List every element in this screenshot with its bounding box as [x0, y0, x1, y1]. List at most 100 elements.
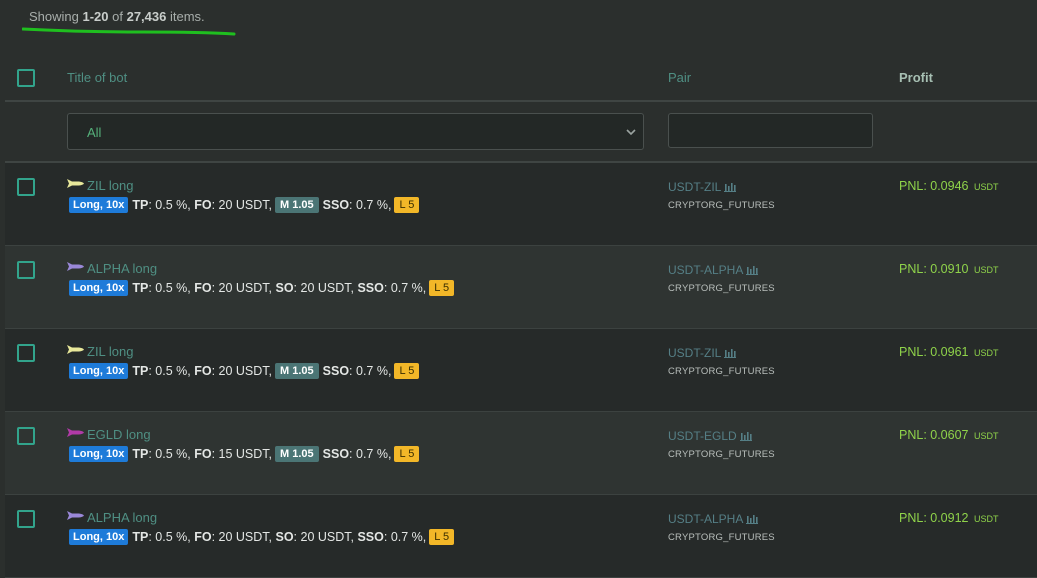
pair-link[interactable]: USDT-ZIL	[668, 346, 737, 360]
pnl-text: PNL: 0.0946	[899, 179, 969, 193]
bot-params: Long, 10x TP: 0.5 %, FO: 15 USDT, M 1.05 SS…	[69, 446, 420, 462]
fo-label: FO	[194, 364, 212, 378]
bot-title-link[interactable]: ALPHA long	[87, 261, 157, 276]
tp-label: TP	[132, 364, 149, 378]
pair-filter-input[interactable]	[668, 113, 873, 148]
bar-chart-icon[interactable]	[724, 182, 737, 192]
sso-value: : 0.7 %,	[349, 198, 392, 212]
fo-value: : 20 USDT,	[211, 530, 272, 544]
pnl-unit: USDT	[973, 265, 999, 275]
multiplier-badge: M 1.05	[275, 197, 319, 213]
tp-label: TP	[132, 447, 149, 461]
summary-range: 1-20	[82, 9, 109, 24]
rocket-icon	[67, 179, 84, 188]
sso-label: SSO	[322, 364, 350, 378]
sso-value: : 0.7 %,	[383, 530, 427, 544]
pair-text: USDT-EGLD	[668, 429, 737, 443]
tp-label: TP	[132, 198, 149, 212]
exchange-name: CRYPTORG_FUTURES	[668, 200, 775, 211]
leverage-badge: L 5	[429, 529, 455, 545]
annotation-underline	[22, 27, 236, 36]
pair-text: USDT-ALPHA	[668, 263, 744, 277]
table-header: Title of bot Pair Profit	[5, 54, 1037, 102]
title-filter-select[interactable]: All	[67, 113, 644, 150]
leverage-badge: L 5	[394, 197, 420, 213]
tp-value: : 0.5 %,	[148, 447, 191, 461]
exchange-name: CRYPTORG_FUTURES	[668, 449, 775, 460]
fo-label: FO	[194, 281, 212, 295]
table-row: ZIL long Long, 10x TP: 0.5 %, FO: 20 USDT,…	[5, 329, 1037, 412]
bar-chart-icon[interactable]	[739, 431, 752, 441]
sso-label: SSO	[357, 530, 384, 544]
pnl-value: PNL: 0.0607 USDT	[899, 428, 998, 442]
pnl-text: PNL: 0.0910	[899, 262, 969, 276]
rocket-icon	[67, 511, 84, 520]
bar-chart-icon[interactable]	[746, 265, 759, 275]
pnl-unit: USDT	[973, 348, 999, 358]
pnl-value: PNL: 0.0961 USDT	[899, 345, 998, 359]
summary-total: 27,436	[126, 9, 167, 24]
tp-label: TP	[132, 281, 149, 295]
exchange-name: CRYPTORG_FUTURES	[668, 283, 775, 294]
bot-title-link[interactable]: ALPHA long	[87, 510, 157, 525]
fo-label: FO	[194, 447, 212, 461]
rocket-icon	[67, 345, 84, 354]
tp-label: TP	[132, 530, 149, 544]
pair-link[interactable]: USDT-ZIL	[668, 180, 737, 194]
bot-title-link[interactable]: ZIL long	[87, 178, 134, 193]
pair-link[interactable]: USDT-ALPHA	[668, 512, 759, 526]
direction-badge: Long, 10x	[69, 280, 129, 296]
pair-text: USDT-ZIL	[668, 180, 722, 194]
tp-value: : 0.5 %,	[148, 530, 191, 544]
sso-label: SSO	[357, 281, 384, 295]
bar-chart-icon[interactable]	[746, 514, 759, 524]
pnl-value: PNL: 0.0946 USDT	[899, 179, 998, 193]
column-header-title[interactable]: Title of bot	[67, 70, 127, 85]
table-row: ALPHA long Long, 10x TP: 0.5 %, FO: 20 USD…	[5, 495, 1037, 578]
summary-suffix: items.	[166, 9, 205, 24]
exchange-name: CRYPTORG_FUTURES	[668, 366, 775, 377]
summary-of: of	[108, 9, 127, 24]
bot-title-link[interactable]: EGLD long	[87, 427, 151, 442]
select-all-checkbox[interactable]	[17, 69, 35, 87]
multiplier-badge: M 1.05	[275, 446, 319, 462]
multiplier-badge: M 1.05	[275, 363, 319, 379]
pnl-text: PNL: 0.0961	[899, 345, 969, 359]
column-header-profit[interactable]: Profit	[899, 70, 933, 85]
tp-value: : 0.5 %,	[148, 198, 191, 212]
sso-label: SSO	[322, 447, 350, 461]
summary-prefix: Showing	[29, 9, 83, 24]
filter-row: All	[5, 101, 1037, 163]
so-value: : 20 USDT,	[293, 281, 354, 295]
table-row: ZIL long Long, 10x TP: 0.5 %, FO: 20 USDT,…	[5, 163, 1037, 246]
sso-value: : 0.7 %,	[349, 364, 392, 378]
chevron-down-icon	[626, 129, 636, 136]
pair-text: USDT-ALPHA	[668, 512, 744, 526]
column-header-pair[interactable]: Pair	[668, 70, 691, 85]
bot-params: Long, 10x TP: 0.5 %, FO: 20 USDT, M 1.05 SS…	[69, 197, 420, 213]
direction-badge: Long, 10x	[69, 529, 129, 545]
title-filter-value: All	[87, 125, 102, 140]
sso-value: : 0.7 %,	[349, 447, 392, 461]
fo-value: : 20 USDT,	[211, 364, 272, 378]
bot-title-link[interactable]: ZIL long	[87, 344, 134, 359]
rocket-icon	[67, 262, 84, 271]
row-checkbox[interactable]	[17, 178, 35, 196]
row-checkbox[interactable]	[17, 427, 35, 445]
direction-badge: Long, 10x	[69, 197, 129, 213]
row-checkbox[interactable]	[17, 344, 35, 362]
pnl-unit: USDT	[973, 514, 999, 524]
table-row: EGLD long Long, 10x TP: 0.5 %, FO: 15 USDT…	[5, 412, 1037, 495]
pair-link[interactable]: USDT-EGLD	[668, 429, 752, 443]
fo-label: FO	[194, 198, 212, 212]
so-label: SO	[275, 530, 294, 544]
bar-chart-icon[interactable]	[724, 348, 737, 358]
pnl-unit: USDT	[973, 431, 999, 441]
so-value: : 20 USDT,	[293, 530, 354, 544]
leverage-badge: L 5	[429, 280, 455, 296]
fo-label: FO	[194, 530, 212, 544]
pair-link[interactable]: USDT-ALPHA	[668, 263, 759, 277]
bot-params: Long, 10x TP: 0.5 %, FO: 20 USDT, SO: 20 …	[69, 280, 455, 296]
row-checkbox[interactable]	[17, 261, 35, 279]
row-checkbox[interactable]	[17, 510, 35, 528]
